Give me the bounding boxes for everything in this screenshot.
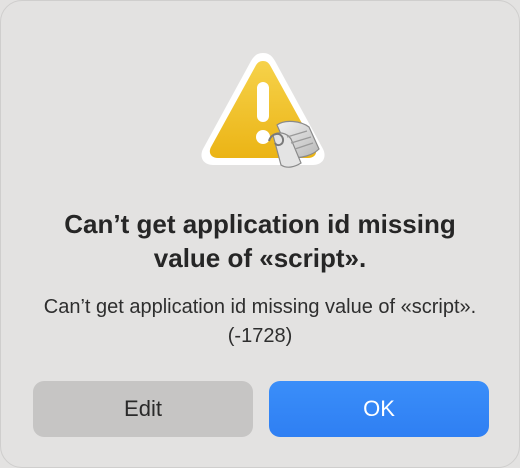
ok-button[interactable]: OK	[269, 381, 489, 437]
alert-title: Can’t get application id missing value o…	[64, 209, 456, 273]
edit-button[interactable]: Edit	[33, 381, 253, 437]
alert-dialog: Can’t get application id missing value o…	[0, 0, 520, 468]
alert-message: Can’t get application id missing value o…	[43, 296, 477, 347]
warning-icon	[201, 53, 325, 168]
